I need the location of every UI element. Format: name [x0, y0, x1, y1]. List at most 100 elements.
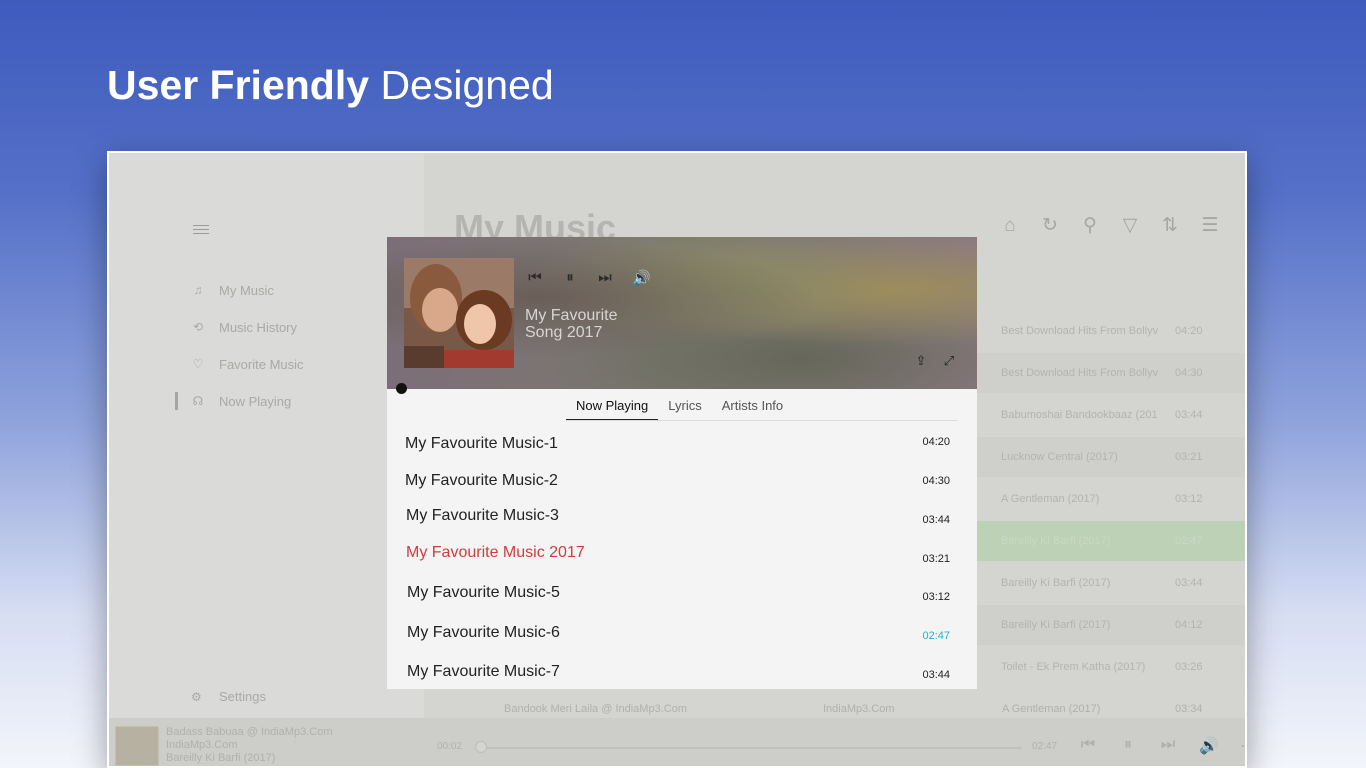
row-time: 03:12 — [1175, 493, 1203, 505]
next-icon[interactable]: ⏭ — [1159, 736, 1177, 756]
previous-icon[interactable]: ⏮ — [527, 269, 543, 287]
row-album: Toilet - Ek Prem Katha (2017) — [1001, 661, 1146, 673]
now-playing-header: ⏮ ⏸ ⏭ 🔊 My Favourite Song 2017 ⇪ ⤢ — [387, 237, 977, 389]
filter-icon[interactable]: ▽ — [1119, 215, 1141, 237]
track-duration: 03:44 — [922, 514, 950, 526]
row-time: 03:34 — [1175, 703, 1203, 715]
home-icon[interactable]: ⌂ — [999, 215, 1021, 237]
row-artist: IndiaMp3.Com — [823, 703, 895, 715]
track-duration: 04:30 — [922, 475, 950, 487]
track-row-current[interactable]: My Favourite Music 2017 03:21 — [405, 544, 950, 568]
row-album: Lucknow Central (2017) — [1001, 451, 1118, 463]
table-row[interactable]: Best Download Hits From Bollyv 04:20 — [977, 311, 1245, 351]
sidebar-item-my-music[interactable]: ♫ My Music — [191, 280, 274, 300]
sidebar-item-favorite-music[interactable]: ♡ Favorite Music — [191, 354, 304, 374]
player-track-artist: IndiaMp3.Com — [166, 739, 238, 751]
next-icon[interactable]: ⏭ — [597, 269, 613, 287]
gear-icon: ⚙ — [191, 689, 202, 704]
expand-icon[interactable]: ⤢ — [941, 353, 957, 369]
table-row[interactable]: Best Download Hits From Bollyv 04:30 — [977, 353, 1245, 393]
track-duration: 03:44 — [922, 669, 950, 681]
track-row[interactable]: My Favourite Music-6 02:47 — [405, 624, 950, 648]
seek-bar[interactable] — [477, 747, 1022, 749]
volume-icon[interactable]: 🔊 — [1199, 736, 1219, 756]
row-album: Babumoshai Bandookbaaz (201 — [1001, 409, 1158, 421]
tab-now-playing[interactable]: Now Playing — [566, 397, 659, 421]
sidebar-item-label: Favorite Music — [219, 356, 304, 372]
tab-artists-info[interactable]: Artists Info — [712, 397, 793, 419]
row-time: 03:44 — [1175, 409, 1203, 421]
row-album: Bareilly Ki Barfi (2017) — [1001, 535, 1111, 547]
table-row[interactable]: A Gentleman (2017) 03:12 — [977, 479, 1245, 519]
history-icon: ⟲ — [192, 320, 204, 334]
hamburger-icon[interactable] — [193, 225, 209, 237]
track-row[interactable]: My Favourite Music-3 03:44 — [405, 507, 950, 531]
elapsed-time: 00:02 — [437, 741, 463, 752]
row-album: A Gentleman (2017) — [1001, 493, 1100, 505]
seek-knob[interactable] — [475, 741, 487, 753]
row-title: Bandook Meri Laila @ IndiaMp3.Com — [504, 703, 687, 715]
album-thumbnail[interactable] — [115, 726, 159, 766]
track-title: My Favourite Music-2 — [405, 472, 558, 489]
table-row[interactable]: Bareilly Ki Barfi (2017) 04:12 — [977, 605, 1245, 645]
table-row-selected[interactable]: Bareilly Ki Barfi (2017) 02:47 — [977, 521, 1245, 561]
track-row[interactable]: My Favourite Music-2 04:30 — [405, 472, 950, 496]
share-icon[interactable]: ⇪ — [913, 353, 929, 369]
row-album: Best Download Hits From Bollyv — [1001, 325, 1159, 337]
pause-icon[interactable]: ⏸ — [562, 269, 578, 287]
row-time: 04:12 — [1175, 619, 1203, 631]
sidebar-item-label: Settings — [219, 689, 266, 704]
player-track-title: Badass Babuaa @ IndiaMp3.Com — [166, 726, 333, 738]
sidebar: ♫ My Music ⟲ Music History ♡ Favorite Mu… — [109, 153, 424, 718]
now-playing-panel: ⏮ ⏸ ⏭ 🔊 My Favourite Song 2017 ⇪ ⤢ Now P… — [387, 237, 977, 689]
table-row[interactable]: Lucknow Central (2017) 03:21 — [977, 437, 1245, 477]
track-row[interactable]: My Favourite Music-5 03:12 — [405, 584, 950, 608]
list-icon[interactable]: ☰ — [1199, 215, 1221, 237]
row-time: 03:21 — [1175, 451, 1203, 463]
track-duration: 04:20 — [922, 436, 950, 448]
now-playing-tabs: Now Playing Lyrics Artists Info — [566, 397, 793, 421]
row-time: 03:44 — [1175, 577, 1203, 589]
tab-lyrics[interactable]: Lyrics — [658, 397, 711, 419]
selection-indicator — [175, 392, 178, 410]
track-row[interactable]: My Favourite Music-7 03:44 — [405, 663, 950, 687]
track-title: My Favourite Music-1 — [405, 435, 558, 452]
track-duration: 03:12 — [922, 591, 950, 603]
now-playing-song-title: My Favourite Song 2017 — [525, 307, 617, 341]
player-track-album: Bareilly Ki Barfi (2017) — [166, 752, 276, 764]
song-title-line2: Song 2017 — [525, 324, 603, 341]
row-album: A Gentleman (2017) — [1002, 703, 1101, 715]
sidebar-item-label: Music History — [219, 319, 298, 335]
row-album: Bareilly Ki Barfi (2017) — [1001, 619, 1111, 631]
refresh-icon[interactable]: ↻ — [1039, 215, 1061, 237]
table-row[interactable]: Babumoshai Bandookbaaz (201 03:44 — [977, 395, 1245, 435]
heart-icon: ♡ — [192, 357, 204, 371]
promo-title-bold: User Friendly — [107, 62, 370, 108]
sidebar-item-label: Now Playing — [219, 393, 292, 409]
previous-icon[interactable]: ⏮ — [1079, 736, 1097, 756]
pause-icon[interactable]: ⏸ — [1119, 736, 1137, 756]
player-controls: ⏮ ⏸ ⏭ 🔊 ⋯ — [1079, 736, 1245, 756]
sidebar-item-music-history[interactable]: ⟲ Music History — [191, 317, 297, 337]
sidebar-item-now-playing[interactable]: ☊ Now Playing — [191, 391, 292, 411]
now-playing-actions: ⇪ ⤢ — [913, 353, 957, 369]
table-row[interactable]: Bareilly Ki Barfi (2017) 03:44 — [977, 563, 1245, 603]
sort-icon[interactable]: ⇅ — [1159, 215, 1181, 237]
row-time: 04:20 — [1175, 325, 1203, 337]
sidebar-item-settings[interactable]: ⚙ Settings — [191, 689, 266, 704]
promo-title-light: Designed — [380, 62, 554, 108]
track-row[interactable]: My Favourite Music-1 04:20 — [405, 435, 950, 459]
player-bar: Badass Babuaa @ IndiaMp3.Com IndiaMp3.Co… — [109, 718, 1245, 766]
search-icon[interactable]: ⚲ — [1079, 215, 1101, 237]
player-track-info: Badass Babuaa @ IndiaMp3.Com IndiaMp3.Co… — [166, 726, 332, 765]
volume-icon[interactable]: 🔊 — [632, 269, 651, 287]
progress-knob[interactable] — [396, 383, 407, 394]
more-icon[interactable]: ⋯ — [1239, 736, 1245, 756]
song-title-line1: My Favourite — [525, 307, 618, 324]
track-title: My Favourite Music-6 — [407, 624, 560, 641]
track-duration: 03:21 — [922, 553, 950, 565]
table-row[interactable]: Toilet - Ek Prem Katha (2017) 03:26 — [977, 647, 1245, 687]
promo-title: User Friendly Designed — [107, 62, 554, 109]
toolbar: ⌂ ↻ ⚲ ▽ ⇅ ☰ — [999, 215, 1221, 237]
row-album: Best Download Hits From Bollyv — [1001, 367, 1159, 379]
